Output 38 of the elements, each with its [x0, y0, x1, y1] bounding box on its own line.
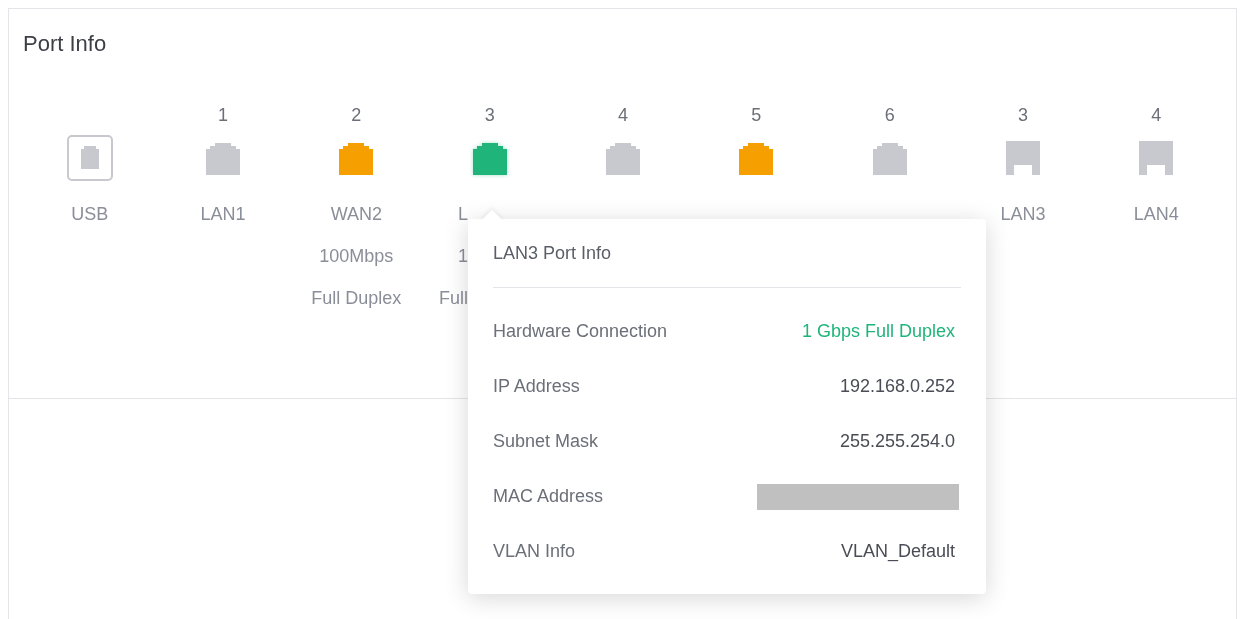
field-label: Hardware Connection [493, 320, 668, 343]
port-number: 3 [484, 104, 495, 127]
ethernet-port-icon[interactable] [472, 141, 507, 175]
port-number: 4 [618, 104, 628, 127]
fiber-port-icon[interactable] [1139, 141, 1174, 175]
port-label: LAN1 [200, 203, 246, 226]
field-label: Subnet Mask [493, 430, 599, 453]
ethernet-port-icon[interactable] [339, 141, 374, 175]
port-label: WAN2 [330, 203, 382, 226]
field-label: MAC Address [493, 485, 604, 508]
field-value: 192.168.0.252 [839, 375, 956, 398]
port-number: 3 [1018, 104, 1028, 127]
port-status: Full Duplex [311, 287, 402, 310]
ethernet-port-icon[interactable] [739, 141, 774, 175]
ethernet-port-icon[interactable] [206, 141, 240, 175]
port-label: LAN4 [1133, 203, 1179, 226]
port-number: 6 [884, 104, 895, 127]
port-label: USB [71, 203, 109, 226]
panel-title: Port Info [23, 30, 107, 58]
port-number: 2 [351, 104, 362, 127]
field-label: VLAN Info [493, 540, 576, 563]
field-value: VLAN_Default [840, 540, 956, 564]
ethernet-port-icon[interactable] [606, 141, 640, 175]
field-label: IP Address [493, 375, 580, 398]
popover-title: LAN3 Port Info [493, 241, 612, 265]
usb-port-icon[interactable] [66, 135, 113, 181]
port-label: L [457, 203, 468, 226]
ethernet-port-icon[interactable] [872, 141, 907, 175]
port-number: 4 [1151, 104, 1162, 127]
port-number: 1 [218, 104, 228, 127]
port-number: 5 [751, 104, 762, 127]
port-status: 1 [457, 245, 468, 268]
port-status: 100Mbps [319, 245, 394, 268]
field-value: 255.255.254.0 [839, 430, 956, 453]
field-value: 1 Gbps Full Duplex [801, 320, 956, 343]
port-label: LAN3 [1000, 203, 1046, 226]
fiber-port-icon[interactable] [1006, 141, 1040, 175]
port-status: Full [438, 287, 468, 310]
